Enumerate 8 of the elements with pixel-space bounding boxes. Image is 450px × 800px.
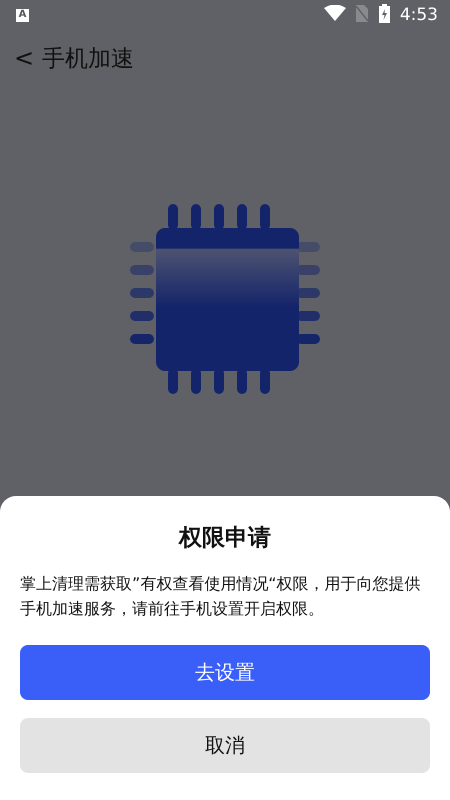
dialog-message: 掌上清理需获取”有权查看使用情况“权限，用于向您提供手机加速服务，请前往手机设置开启权限。 xyxy=(20,573,422,620)
cancel-button[interactable]: 取消 xyxy=(20,718,430,773)
app-notification-badge: A xyxy=(16,8,29,22)
go-to-settings-button[interactable]: 去设置 xyxy=(20,645,430,700)
page-title: 手机加速 xyxy=(42,44,134,74)
status-time: 4:53 xyxy=(400,5,438,25)
dialog-title: 权限申请 xyxy=(177,524,272,553)
back-button[interactable]: < xyxy=(12,44,36,72)
